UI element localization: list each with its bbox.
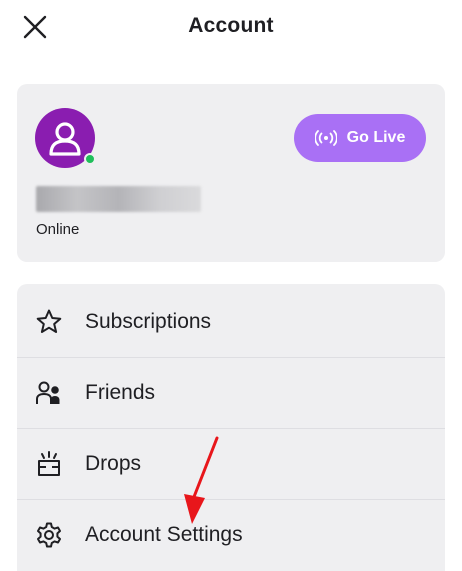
- go-live-label: Go Live: [346, 129, 406, 146]
- online-status-dot: [84, 153, 96, 165]
- user-icon: [49, 122, 81, 156]
- go-live-button[interactable]: Go Live: [294, 114, 426, 162]
- page-title: Account: [188, 14, 274, 37]
- status-text: Online: [36, 221, 80, 238]
- menu-item-label: Subscriptions: [85, 310, 212, 333]
- profile-card: Go Live Online: [17, 84, 445, 262]
- menu-item-label: Friends: [85, 381, 156, 404]
- menu-item-label: Drops: [85, 452, 142, 475]
- gear-icon: [37, 522, 61, 548]
- menu-item-subscriptions[interactable]: Subscriptions: [17, 286, 445, 358]
- username-redacted: [36, 186, 201, 212]
- drops-icon: [38, 451, 60, 476]
- friends-icon: [36, 381, 60, 404]
- annotation-arrow-icon: [184, 436, 219, 524]
- broadcast-icon: [314, 130, 337, 146]
- top-bar: Account: [0, 0, 462, 56]
- avatar[interactable]: [35, 108, 96, 168]
- menu-item-friends[interactable]: Friends: [17, 357, 445, 429]
- star-icon: [36, 309, 62, 333]
